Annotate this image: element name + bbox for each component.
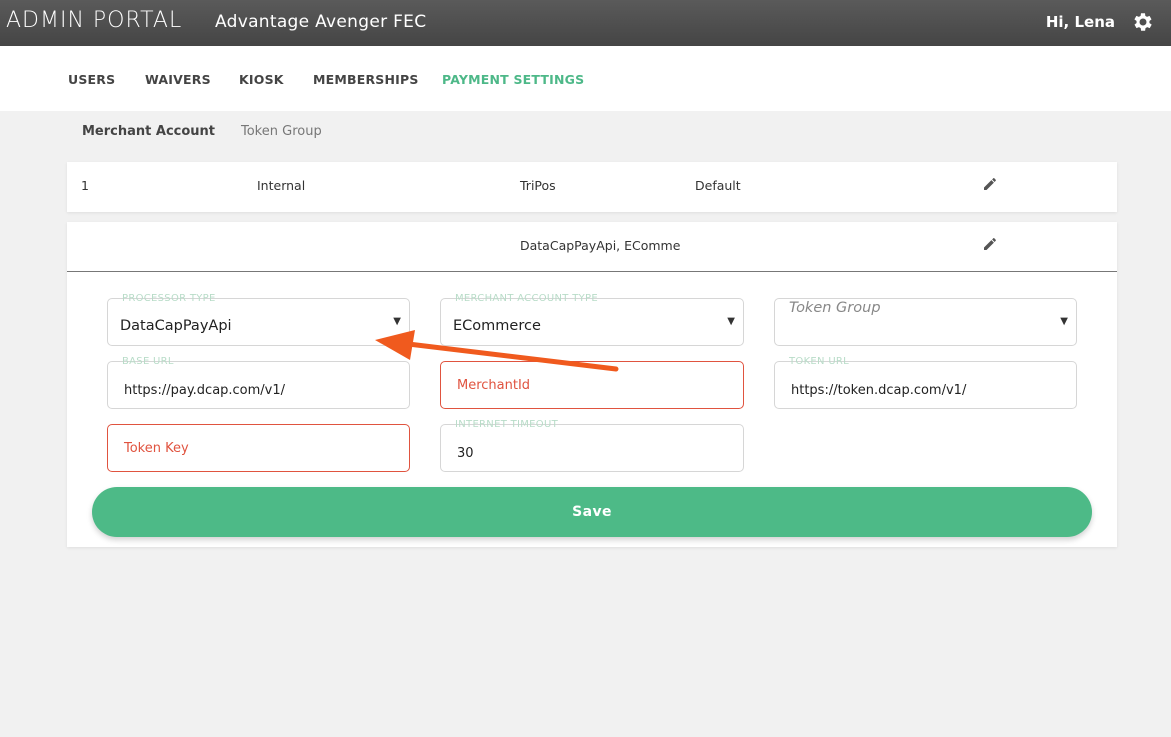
processor-type-select[interactable]: PROCESSOR TYPE DataCapPayApi ▼ [107, 293, 410, 346]
token-url-label: TOKEN URL [789, 356, 850, 367]
save-button[interactable]: Save [92, 487, 1092, 537]
nav-users[interactable]: USERS [68, 72, 115, 87]
account-processor: TriPos [520, 178, 556, 193]
token-key-input[interactable]: Token Key [107, 424, 410, 472]
nav-payment-settings[interactable]: PAYMENT SETTINGS [442, 72, 584, 87]
merchant-id-placeholder: MerchantId [457, 378, 531, 393]
nav-kiosk[interactable]: KIOSK [239, 72, 284, 87]
account-id: 1 [81, 178, 89, 193]
token-url-value: https://token.dcap.com/v1/ [791, 383, 967, 398]
nav-waivers[interactable]: WAIVERS [145, 72, 211, 87]
token-group-select[interactable]: Token Group ▼ [774, 298, 1077, 346]
user-greeting[interactable]: Hi, Lena [1046, 13, 1115, 31]
token-group-placeholder: Token Group [789, 300, 881, 316]
tab-token-group[interactable]: Token Group [241, 124, 322, 139]
pencil-icon[interactable] [982, 236, 998, 252]
base-url-value: https://pay.dcap.com/v1/ [124, 383, 286, 398]
base-url-input[interactable]: BASE URL https://pay.dcap.com/v1/ [107, 356, 410, 409]
merchant-account-row: 1 Internal TriPos Default [67, 162, 1117, 212]
processor-type-value: DataCapPayApi [120, 318, 232, 334]
pencil-icon[interactable] [982, 176, 998, 192]
account-type: Internal [257, 178, 306, 193]
caret-down-icon: ▼ [393, 316, 401, 327]
internet-timeout-value: 30 [457, 446, 474, 461]
base-url-label: BASE URL [122, 356, 174, 367]
main-nav: USERS WAIVERS KIOSK MEMBERSHIPS PAYMENT … [0, 46, 1171, 111]
nav-memberships[interactable]: MEMBERSHIPS [313, 72, 419, 87]
annotation-arrow [375, 330, 619, 372]
top-bar: ADMIN PORTAL Advantage Avenger FEC Hi, L… [0, 0, 1171, 46]
token-key-placeholder: Token Key [124, 441, 189, 456]
caret-down-icon: ▼ [727, 316, 735, 327]
account-processor: DataCapPayApi, EComme [520, 238, 681, 253]
processor-type-label: PROCESSOR TYPE [122, 293, 216, 304]
token-url-input[interactable]: TOKEN URL https://token.dcap.com/v1/ [774, 356, 1077, 409]
gear-icon[interactable] [1131, 10, 1155, 34]
app-title: ADMIN PORTAL [6, 8, 183, 33]
merchant-account-type-label: MERCHANT ACCOUNT TYPE [455, 293, 598, 304]
internet-timeout-input[interactable]: INTERNET TIMEOUT 30 [440, 419, 744, 472]
divider [67, 271, 1117, 272]
caret-down-icon: ▼ [1060, 316, 1068, 327]
account-group: Default [695, 178, 741, 193]
tab-merchant-account[interactable]: Merchant Account [82, 124, 215, 139]
organization-name: Advantage Avenger FEC [215, 12, 427, 32]
internet-timeout-label: INTERNET TIMEOUT [455, 419, 558, 430]
